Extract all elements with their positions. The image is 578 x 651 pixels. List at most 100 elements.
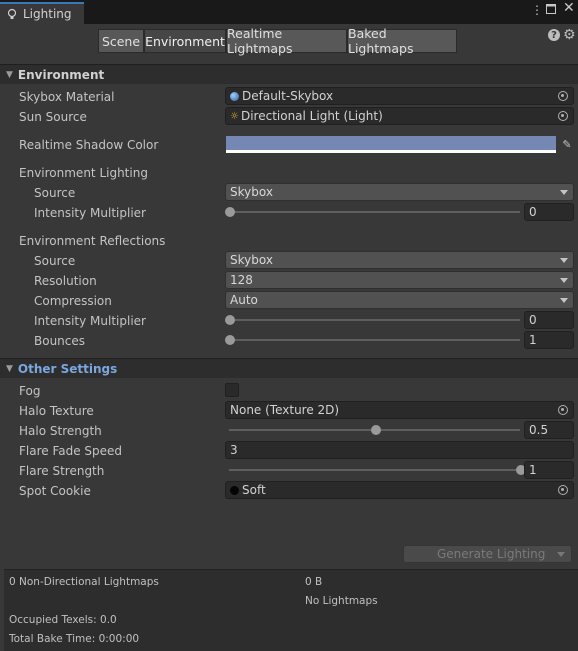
- halo-strength-value: 0.5: [529, 423, 549, 437]
- fog-checkbox[interactable]: [225, 383, 239, 397]
- color-swatch[interactable]: [226, 136, 556, 150]
- resolution-value: 128: [230, 273, 253, 287]
- env-reflections-source-value: Skybox: [230, 253, 273, 267]
- env-lighting-intensity-label: Intensity Multiplier: [34, 206, 146, 220]
- tab-lighting[interactable]: Lighting: [0, 2, 84, 24]
- spot-cookie-value: Soft: [242, 483, 266, 497]
- generate-lighting-label: Generate Lighting: [437, 547, 546, 561]
- skybox-material-label: Skybox Material: [19, 90, 115, 104]
- sun-source-field[interactable]: ☼ Directional Light (Light): [225, 107, 574, 125]
- directional-light-icon: ☼: [230, 110, 239, 122]
- window-tab-bar: Lighting ⋮ ✕: [0, 0, 578, 24]
- occupied-texels: Occupied Texels: 0.0: [9, 614, 117, 626]
- kebab-menu-icon[interactable]: ⋮: [531, 3, 543, 17]
- total-bake-time: Total Bake Time: 0:00:00: [9, 633, 140, 645]
- flare-fade-speed-input[interactable]: 3: [225, 441, 574, 459]
- dropdown-arrow-icon: [560, 258, 568, 263]
- close-icon[interactable]: ✕: [563, 1, 575, 15]
- resolution-label: Resolution: [34, 274, 97, 288]
- halo-texture-label: Halo Texture: [19, 404, 94, 418]
- env-reflections-source-dropdown[interactable]: Skybox: [225, 251, 574, 269]
- env-reflections-intensity-thumb[interactable]: [225, 315, 235, 325]
- other-settings-header-label: Other Settings: [17, 361, 118, 376]
- dropdown-arrow-icon: [560, 278, 568, 283]
- bounces-input[interactable]: 1: [524, 331, 574, 349]
- fog-label: Fog: [19, 384, 41, 398]
- environment-section-header[interactable]: ▼ Environment: [0, 64, 578, 84]
- dropdown-arrow-icon[interactable]: [557, 552, 565, 557]
- sun-source-label: Sun Source: [19, 110, 87, 124]
- no-lightmaps-text: No Lightmaps: [305, 595, 378, 607]
- resolution-dropdown[interactable]: 128: [225, 271, 574, 289]
- help-icon[interactable]: ?: [548, 29, 560, 41]
- flare-strength-value: 1: [529, 463, 537, 477]
- halo-strength-thumb[interactable]: [370, 425, 381, 435]
- object-picker-icon[interactable]: [558, 91, 568, 101]
- tab-scene-label: Scene: [101, 33, 141, 49]
- alpha-bar: [226, 150, 556, 153]
- halo-strength-label: Halo Strength: [19, 424, 102, 438]
- object-picker-icon[interactable]: [558, 485, 568, 495]
- flare-strength-track[interactable]: [229, 469, 520, 471]
- skybox-material-value: Default-Skybox: [242, 89, 334, 103]
- env-reflections-intensity-track[interactable]: [229, 319, 520, 321]
- env-lighting-intensity-input[interactable]: 0: [524, 203, 574, 221]
- material-sphere-icon: [230, 91, 239, 101]
- tab-baked-lightmaps-label: Baked Lightmaps: [348, 26, 414, 56]
- lightmaps-size: 0 B: [305, 576, 323, 588]
- env-lighting-intensity-track[interactable]: [229, 211, 520, 213]
- tab-scene[interactable]: Scene: [98, 29, 144, 53]
- env-reflections-source-label: Source: [34, 254, 76, 268]
- bounces-track[interactable]: [229, 339, 520, 341]
- spot-cookie-label: Spot Cookie: [19, 484, 91, 498]
- tab-lighting-label: Lighting: [23, 7, 72, 21]
- halo-strength-input[interactable]: 0.5: [524, 421, 574, 439]
- environment-reflections-label: Environment Reflections: [19, 234, 166, 248]
- lightbulb-icon: [6, 8, 18, 20]
- flare-strength-input[interactable]: 1: [524, 461, 574, 479]
- halo-texture-value: None (Texture 2D): [230, 403, 340, 417]
- environment-lighting-label: Environment Lighting: [19, 166, 148, 180]
- flare-fade-speed-value: 3: [230, 443, 238, 457]
- object-picker-icon[interactable]: [558, 405, 568, 415]
- tab-realtime-lightmaps-label: Realtime Lightmaps: [227, 26, 293, 56]
- compression-dropdown[interactable]: Auto: [225, 291, 574, 309]
- env-reflections-intensity-label: Intensity Multiplier: [34, 314, 146, 328]
- lightmaps-count: 0 Non-Directional Lightmaps: [9, 576, 159, 588]
- gear-icon[interactable]: ⚙: [563, 27, 576, 43]
- foldout-arrow-icon: ▼: [6, 69, 13, 80]
- foldout-arrow-icon: ▼: [6, 363, 13, 374]
- sun-source-value: Directional Light (Light): [240, 109, 383, 123]
- env-reflections-intensity-input[interactable]: 0: [524, 311, 574, 329]
- compression-value: Auto: [230, 293, 258, 307]
- generate-lighting-button[interactable]: Generate Lighting: [403, 545, 572, 563]
- tab-baked-lightmaps[interactable]: Baked Lightmaps: [347, 26, 457, 56]
- spot-cookie-field[interactable]: Soft: [225, 481, 574, 499]
- tab-environment[interactable]: Environment: [144, 29, 226, 53]
- env-lighting-source-dropdown[interactable]: Skybox: [225, 183, 574, 201]
- texture-icon: [230, 485, 239, 495]
- env-lighting-source-label: Source: [34, 186, 76, 200]
- bounces-label: Bounces: [34, 334, 86, 348]
- tab-environment-label: Environment: [145, 33, 225, 49]
- tab-realtime-lightmaps[interactable]: Realtime Lightmaps: [226, 26, 347, 56]
- lightmap-stats-panel: 0 Non-Directional Lightmaps 0 B No Light…: [4, 569, 578, 651]
- env-reflections-intensity-value: 0: [529, 313, 537, 327]
- bounces-thumb[interactable]: [225, 335, 235, 345]
- halo-texture-field[interactable]: None (Texture 2D): [225, 401, 574, 419]
- dropdown-arrow-icon: [560, 190, 568, 195]
- environment-header-label: Environment: [17, 67, 105, 82]
- other-settings-section-header[interactable]: ▼ Other Settings: [0, 358, 578, 378]
- dropdown-arrow-icon: [560, 298, 568, 303]
- realtime-shadow-color-field[interactable]: ✎: [226, 136, 576, 154]
- env-lighting-intensity-thumb[interactable]: [225, 207, 235, 217]
- compression-label: Compression: [34, 294, 112, 308]
- bounces-value: 1: [529, 333, 537, 347]
- eyedropper-icon[interactable]: ✎: [559, 136, 575, 153]
- object-picker-icon[interactable]: [558, 111, 568, 121]
- skybox-material-field[interactable]: Default-Skybox: [225, 87, 574, 105]
- env-lighting-intensity-value: 0: [529, 205, 537, 219]
- flare-strength-label: Flare Strength: [19, 464, 105, 478]
- realtime-shadow-color-label: Realtime Shadow Color: [19, 138, 159, 152]
- maximize-icon[interactable]: [546, 3, 556, 17]
